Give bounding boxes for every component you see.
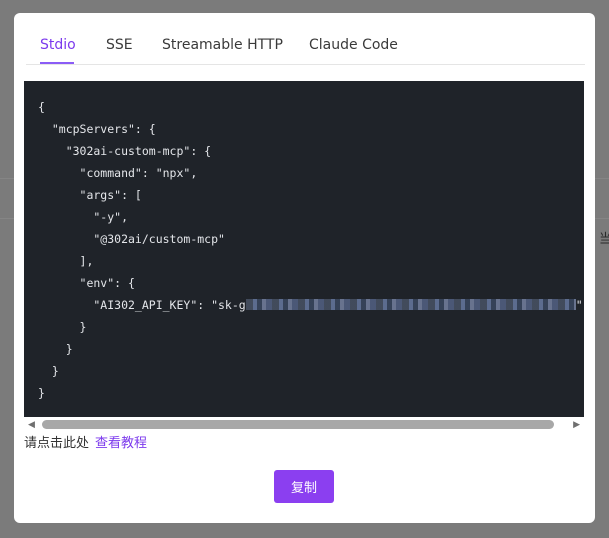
- mcp-config-modal: Stdio SSE Streamable HTTP Claude Code { …: [14, 13, 595, 523]
- code-line: "env": {: [38, 276, 135, 290]
- tutorial-hint: 请点击此处 查看教程: [24, 435, 147, 453]
- json-config-code: { "mcpServers": { "302ai-custom-mcp": { …: [38, 96, 583, 404]
- horizontal-scrollbar[interactable]: ◀ ▶: [24, 417, 584, 433]
- code-line: ],: [38, 254, 94, 268]
- scroll-left-icon[interactable]: ◀: [28, 418, 35, 432]
- api-key-visible-text: "AI302_API_KEY": "sk-g: [38, 298, 246, 312]
- scrollbar-thumb[interactable]: [42, 420, 554, 429]
- code-line: }: [38, 386, 45, 400]
- copy-button[interactable]: 复制: [274, 470, 334, 503]
- scroll-right-icon[interactable]: ▶: [573, 418, 580, 432]
- tab-claude-code[interactable]: Claude Code: [309, 35, 398, 55]
- code-line: "command": "npx",: [38, 166, 198, 180]
- code-line: "@302ai/custom-mcp": [38, 232, 225, 246]
- code-line: "302ai-custom-mcp": {: [38, 144, 212, 158]
- tab-streamable-http[interactable]: Streamable HTTP: [162, 35, 283, 55]
- active-tab-indicator: [40, 62, 74, 64]
- hint-text: 请点击此处: [24, 436, 90, 451]
- code-line: "-y",: [38, 210, 129, 224]
- code-line: {: [38, 100, 45, 114]
- code-line: }: [38, 342, 73, 356]
- code-line: }: [38, 364, 59, 378]
- code-block[interactable]: { "mcpServers": { "302ai-custom-mcp": { …: [24, 81, 584, 417]
- code-line: }: [38, 320, 87, 334]
- code-line: "args": [: [38, 188, 142, 202]
- tab-stdio[interactable]: Stdio: [40, 35, 76, 55]
- tab-sse[interactable]: SSE: [106, 35, 133, 55]
- redacted-api-key: [245, 299, 576, 310]
- config-tabs: Stdio SSE Streamable HTTP Claude Code: [26, 13, 585, 65]
- background-partial-text: 当: [599, 232, 609, 247]
- view-tutorial-link[interactable]: 查看教程: [95, 436, 147, 451]
- code-line: "mcpServers": {: [38, 122, 156, 136]
- code-line-api-key: "AI302_API_KEY": "sk-g ": [38, 298, 583, 312]
